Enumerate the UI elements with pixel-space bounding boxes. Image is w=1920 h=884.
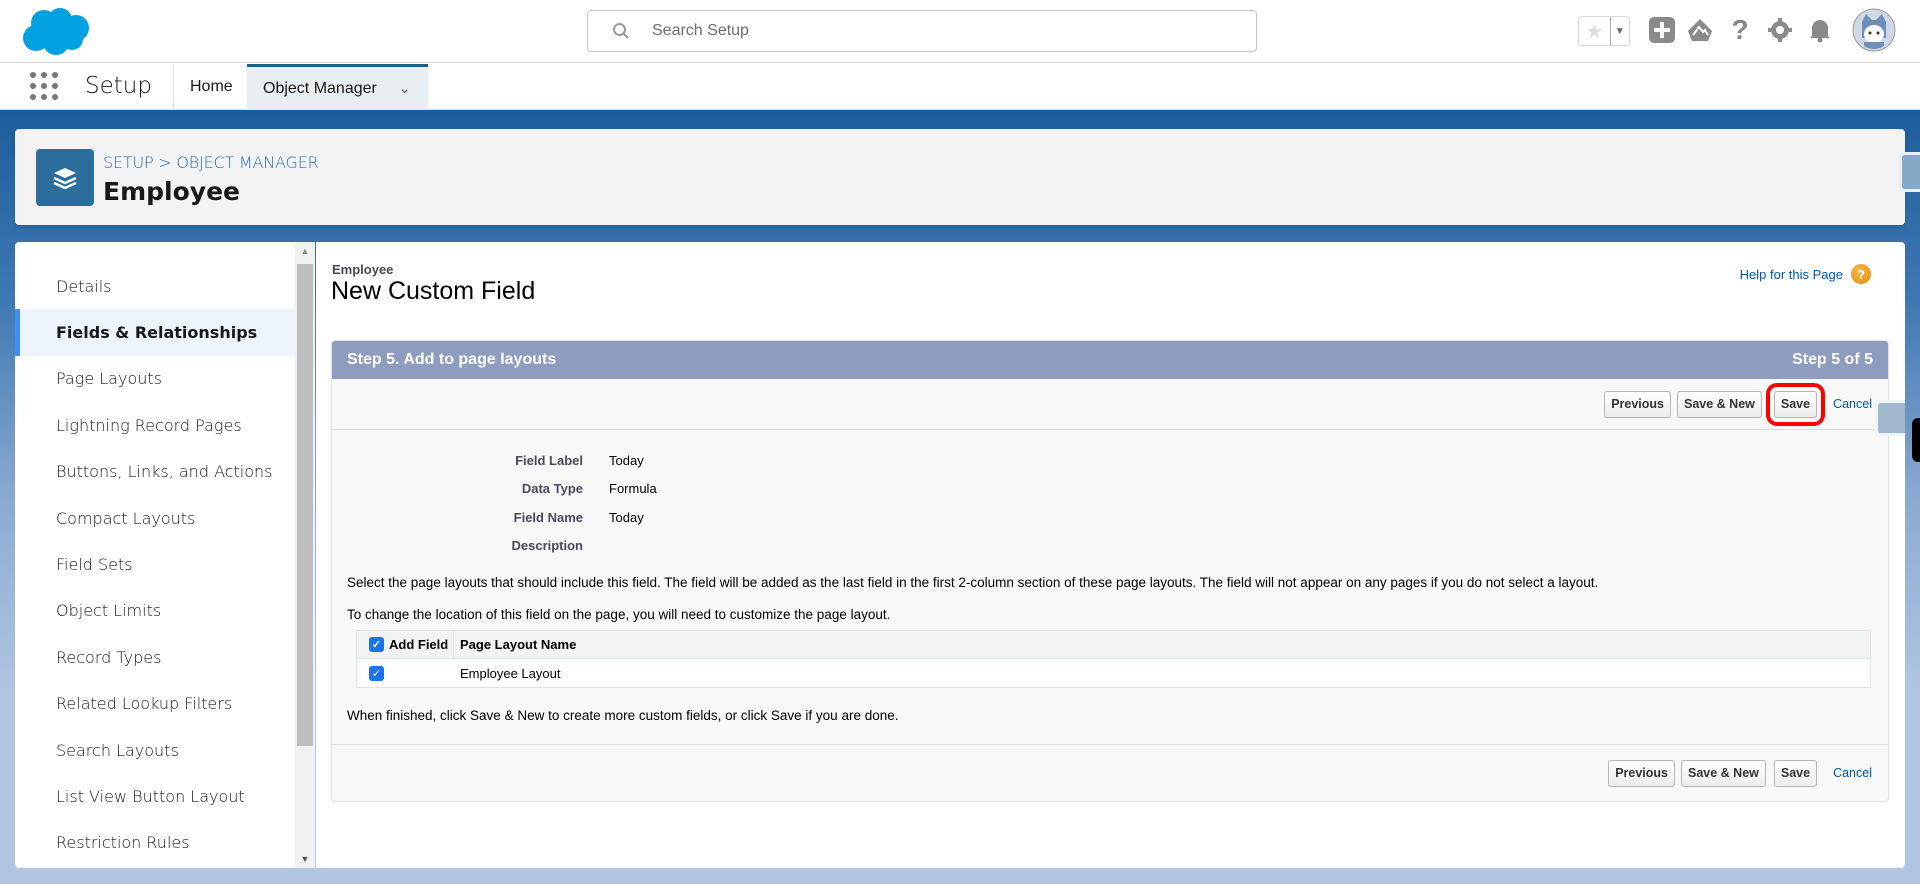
- star-icon[interactable]: ★: [1579, 17, 1610, 45]
- breadcrumb[interactable]: SETUP > OBJECT MANAGER: [103, 153, 319, 172]
- sidebar-item-details[interactable]: Details: [15, 263, 295, 309]
- detail-value: Formula: [609, 481, 657, 497]
- detail-row: Field Name Today: [332, 503, 1888, 532]
- step-title: Step 5. Add to page layouts: [347, 351, 557, 368]
- tab-home[interactable]: Home: [173, 64, 249, 110]
- help-link[interactable]: Help for this Page ?: [1740, 264, 1871, 284]
- help-link-label[interactable]: Help for this Page: [1740, 267, 1843, 282]
- detail-label: Data Type: [521, 481, 583, 497]
- select-all-checkbox[interactable]: ✓: [369, 637, 384, 652]
- sidebar-item-restriction-rules[interactable]: Restriction Rules: [15, 820, 295, 866]
- detail-value: Today: [609, 509, 644, 525]
- sidebar-item-list-view-button-layout[interactable]: List View Button Layout: [15, 773, 295, 819]
- table-row: ✓ Employee Layout: [357, 659, 1870, 687]
- object-header: SETUP > OBJECT MANAGER Employee: [15, 129, 1905, 225]
- save-button[interactable]: Save: [1765, 382, 1826, 426]
- bottom-button-row: Previous Save & New Save Cancel: [332, 744, 1888, 801]
- top-button-row: Previous Save & New Save Cancel: [332, 379, 1888, 430]
- detail-label: Field Name: [513, 509, 583, 525]
- detail-row: Field Label Today: [332, 446, 1888, 475]
- tab-home-label: Home: [190, 78, 233, 95]
- app-nav-bar: Setup Home Object Manager ⌄: [0, 64, 1920, 110]
- cancel-link-bottom[interactable]: Cancel: [1833, 766, 1872, 780]
- search-placeholder: Search Setup: [652, 22, 749, 39]
- layout-name: Employee Layout: [460, 665, 561, 681]
- detail-row: Data Type Formula: [332, 475, 1888, 504]
- sidebar-item-search-layouts[interactable]: Search Layouts: [15, 727, 295, 773]
- instruction-text-2: To change the location of this field on …: [347, 607, 891, 622]
- chevron-down-icon[interactable]: ▼: [1609, 17, 1629, 45]
- save-and-new-button-bottom[interactable]: Save & New: [1681, 759, 1766, 787]
- save-button-bottom[interactable]: Save: [1773, 759, 1818, 787]
- global-header: Search Setup ★ ▼ ?: [0, 0, 1920, 63]
- add-icon[interactable]: [1648, 16, 1676, 44]
- object-sidebar: Details Fields & Relationships Page Layout…: [15, 242, 315, 868]
- detail-value: Today: [609, 452, 644, 468]
- help-icon[interactable]: ?: [1726, 14, 1754, 45]
- row-checkbox[interactable]: ✓: [369, 665, 384, 681]
- salesforce-logo[interactable]: [20, 6, 92, 56]
- object-layers-icon: [36, 149, 94, 206]
- gear-icon[interactable]: [1766, 16, 1794, 44]
- sidebar-item-compact-layouts[interactable]: Compact Layouts: [15, 495, 295, 541]
- favorites-button[interactable]: ★ ▼: [1578, 16, 1630, 46]
- sidebar-item-page-layouts[interactable]: Page Layouts: [15, 356, 295, 402]
- detail-row: Description: [332, 532, 1888, 561]
- scroll-down-arrow-icon[interactable]: ▼: [295, 854, 315, 864]
- utility-panel-toggle[interactable]: [1875, 400, 1905, 436]
- sidebar-item-buttons-links-and-actions[interactable]: Buttons, Links, and Actions: [15, 449, 295, 495]
- sidebar-item-record-types[interactable]: Record Types: [15, 634, 295, 680]
- trailhead-icon[interactable]: [1686, 16, 1714, 44]
- sidebar-item-lightning-record-pages[interactable]: Lightning Record Pages: [15, 402, 295, 448]
- finish-note: When finished, click Save & New to creat…: [347, 708, 899, 723]
- main-content: Employee New Custom Field Help for this …: [316, 242, 1905, 868]
- object-title: Employee: [103, 177, 240, 206]
- search-icon: [613, 23, 629, 39]
- search-input[interactable]: Search Setup: [587, 10, 1257, 52]
- scroll-up-arrow-icon[interactable]: ▲: [295, 246, 315, 256]
- edge-handle: [1912, 418, 1920, 462]
- sidebar-item-field-sets[interactable]: Field Sets: [15, 541, 295, 587]
- page-title: New Custom Field: [331, 277, 536, 305]
- app-launcher-icon[interactable]: [30, 72, 58, 100]
- notifications-bell-icon[interactable]: [1806, 16, 1834, 44]
- app-name: Setup: [85, 73, 152, 99]
- help-question-icon[interactable]: ?: [1851, 264, 1871, 284]
- chevron-down-icon[interactable]: ⌄: [399, 80, 411, 97]
- detail-label: Description: [511, 538, 583, 554]
- field-details: Field Label Today Data Type Formula Field Na…: [332, 430, 1888, 560]
- step-header: Step 5. Add to page layouts Step 5 of 5: [332, 341, 1888, 379]
- table-header-row: ✓ Add Field Page Layout Name: [357, 631, 1870, 659]
- step-block: Step 5. Add to page layouts Step 5 of 5 …: [331, 340, 1889, 802]
- previous-button[interactable]: Previous: [1604, 390, 1671, 418]
- previous-button-bottom[interactable]: Previous: [1608, 759, 1675, 787]
- page-type: Employee: [332, 262, 394, 277]
- save-and-new-button[interactable]: Save & New: [1677, 390, 1762, 418]
- instruction-text: Select the page layouts that should incl…: [347, 575, 1599, 590]
- sidebar-item-object-limits[interactable]: Object Limits: [15, 588, 295, 634]
- page-layouts-table: ✓ Add Field Page Layout Name ✓ Employee L…: [356, 630, 1871, 688]
- sidebar-item-fields-relationships[interactable]: Fields & Relationships: [15, 309, 295, 357]
- sidebar-item-related-lookup-filters[interactable]: Related Lookup Filters: [15, 681, 295, 727]
- sidebar-scrollbar[interactable]: ▲ ▼: [295, 242, 315, 868]
- column-header-add-field: Add Field: [389, 637, 449, 652]
- column-header-layout-name: Page Layout Name: [460, 637, 577, 652]
- cancel-link[interactable]: Cancel: [1833, 397, 1872, 411]
- user-avatar[interactable]: [1852, 8, 1896, 52]
- scrollbar-thumb[interactable]: [297, 264, 313, 746]
- side-panel-toggle[interactable]: [1899, 152, 1920, 192]
- tab-object-manager[interactable]: Object Manager ⌄: [247, 64, 428, 110]
- tab-object-manager-label: Object Manager: [263, 79, 377, 97]
- step-count: Step 5 of 5: [1792, 351, 1873, 368]
- detail-label: Field Label: [515, 452, 583, 468]
